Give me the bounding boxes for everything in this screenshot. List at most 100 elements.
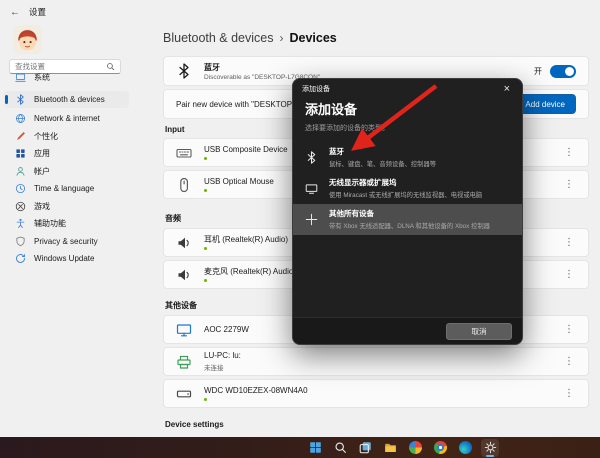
apps-icon — [15, 148, 26, 159]
dialog-option-info: 蓝牙鼠标、键盘、笔、音频设备、控制器等 — [329, 147, 436, 167]
taskbar-settings-button[interactable] — [481, 439, 499, 457]
dialog-heading: 添加设备 — [305, 99, 510, 118]
back-button[interactable]: ← — [10, 7, 20, 18]
app-title: 设置 — [29, 6, 46, 18]
device-info: 麦克风 (Realtek(R) Audio) — [204, 267, 296, 283]
sidebar-item-time-language[interactable]: Time & language — [4, 180, 129, 198]
taskbar-file-explorer-button[interactable] — [381, 439, 399, 457]
sidebar-item-bluetooth-devices[interactable]: Bluetooth & devices — [4, 91, 129, 109]
dialog-option-title: 蓝牙 — [329, 147, 436, 157]
sidebar-item-label: Privacy & security — [34, 237, 98, 246]
connected-dot — [204, 279, 207, 282]
dialog-title: 添加设备 — [302, 84, 330, 94]
more-options-button[interactable]: ⋮ — [562, 389, 576, 399]
device-name: AOC 2279W — [204, 325, 249, 335]
more-options-button[interactable]: ⋮ — [562, 357, 576, 367]
dialog-footer: 取消 — [293, 317, 522, 344]
sidebar-item-personalization[interactable]: 个性化 — [4, 128, 129, 146]
device-info: USB Optical Mouse — [204, 177, 274, 193]
page-title: Devices — [290, 31, 337, 45]
mouse-icon — [176, 177, 192, 193]
drive-icon — [176, 386, 192, 402]
speaker-icon — [176, 235, 192, 251]
device-info: WDC WD10EZEX-08WN4A0 — [204, 386, 308, 402]
sidebar-item-label: Windows Update — [34, 254, 94, 263]
dialog-option-wireless-display[interactable]: 无线显示器或扩展坞使用 Miracast 或无线扩展坞的无线监视器、电视或电脑 — [293, 173, 522, 204]
cancel-button[interactable]: 取消 — [446, 323, 512, 340]
taskbar-chrome-button[interactable] — [431, 439, 449, 457]
plus-icon — [305, 213, 318, 226]
breadcrumb: Bluetooth & devices › Devices — [163, 28, 589, 48]
pc-icon — [176, 354, 192, 370]
taskbar-photos-button[interactable] — [406, 439, 424, 457]
device-row: LU-PC: lu:未连接⋮ — [163, 347, 589, 376]
more-options-button[interactable]: ⋮ — [562, 238, 576, 248]
add-device-button[interactable]: Add device — [514, 94, 576, 114]
monitor-icon — [176, 322, 192, 338]
taskbar-task-view-button[interactable] — [356, 439, 374, 457]
sidebar-item-label: Network & internet — [34, 114, 100, 123]
sidebar-item-label: 系统 — [34, 72, 50, 83]
bluetooth-icon — [305, 151, 318, 164]
sidebar-item-privacy-security[interactable]: Privacy & security — [4, 233, 129, 251]
dialog-option-everything-else[interactable]: 其他所有设备带有 Xbox 无线适配器、DLNA 和其他设备的 Xbox 控制器 — [293, 204, 522, 235]
connected-dot — [204, 247, 207, 250]
sidebar-item-label: 辅助功能 — [34, 218, 66, 229]
taskbar-edge-button[interactable] — [456, 439, 474, 457]
gaming-icon — [15, 201, 26, 212]
taskbar-search-button[interactable] — [331, 439, 349, 457]
sidebar-nav: 系统 Bluetooth & devices Network & internet 个… — [4, 69, 129, 268]
bluetooth-icon — [176, 63, 192, 79]
display-icon — [305, 182, 318, 195]
accessibility-icon — [15, 218, 26, 229]
device-name: 耳机 (Realtek(R) Audio) — [204, 235, 288, 245]
sidebar-item-network-internet[interactable]: Network & internet — [4, 110, 129, 128]
breadcrumb-parent[interactable]: Bluetooth & devices — [163, 31, 274, 45]
sidebar-item-label: 个性化 — [34, 131, 58, 142]
sidebar-item-system[interactable]: 系统 — [4, 69, 129, 87]
bluetooth-toggle[interactable] — [550, 65, 576, 78]
more-options-button[interactable]: ⋮ — [562, 148, 576, 158]
sidebar-item-windows-update[interactable]: Windows Update — [4, 250, 129, 268]
sidebar-item-accounts[interactable]: 帐户 — [4, 163, 129, 181]
network-icon — [15, 113, 26, 124]
sidebar-item-label: 游戏 — [34, 201, 50, 212]
device-info: USB Composite Device — [204, 145, 288, 161]
dialog-option-bluetooth[interactable]: 蓝牙鼠标、键盘、笔、音频设备、控制器等 — [293, 142, 522, 173]
more-options-button[interactable]: ⋮ — [562, 325, 576, 335]
connected-dot — [204, 189, 207, 192]
dialog-option-title: 无线显示器或扩展坞 — [329, 178, 482, 188]
device-row: WDC WD10EZEX-08WN4A0 ⋮ — [163, 379, 589, 408]
more-options-button[interactable]: ⋮ — [562, 270, 576, 280]
sidebar-item-label: Time & language — [34, 184, 94, 193]
privacy-icon — [15, 236, 26, 247]
edge-icon — [459, 441, 472, 454]
close-icon[interactable]: × — [501, 84, 513, 95]
device-name: WDC WD10EZEX-08WN4A0 — [204, 386, 308, 396]
more-options-button[interactable]: ⋮ — [562, 180, 576, 190]
section-title: Device settings — [165, 420, 589, 429]
sidebar-item-label: 帐户 — [34, 166, 50, 177]
taskbar — [0, 437, 600, 458]
taskbar-start-button[interactable] — [306, 439, 324, 457]
device-name: LU-PC: lu: — [204, 351, 241, 361]
sidebar-item-apps[interactable]: 应用 — [4, 145, 129, 163]
device-info: AOC 2279W — [204, 325, 249, 335]
user-avatar — [13, 25, 42, 54]
sidebar-item-gaming[interactable]: 游戏 — [4, 198, 129, 216]
chevron-right-icon: › — [280, 31, 284, 45]
connected-dot — [204, 398, 207, 401]
dialog-titlebar: 添加设备 × — [293, 79, 522, 99]
dialog-option-desc: 带有 Xbox 无线适配器、DLNA 和其他设备的 Xbox 控制器 — [329, 221, 490, 230]
bluetooth-card-title: 蓝牙 — [204, 62, 320, 73]
sidebar-item-label: 应用 — [34, 148, 50, 159]
sidebar-item-accessibility[interactable]: 辅助功能 — [4, 215, 129, 233]
dialog-subheading: 选择要添加的设备的类型。 — [305, 123, 510, 133]
device-name: USB Composite Device — [204, 145, 288, 155]
speaker-icon — [176, 267, 192, 283]
sidebar-item-label: Bluetooth & devices — [34, 95, 105, 104]
dialog-header: 添加设备 选择要添加的设备的类型。 — [293, 99, 522, 133]
dialog-option-title: 其他所有设备 — [329, 209, 490, 219]
dialog-option-desc: 鼠标、键盘、笔、音频设备、控制器等 — [329, 159, 436, 168]
accounts-icon — [15, 166, 26, 177]
